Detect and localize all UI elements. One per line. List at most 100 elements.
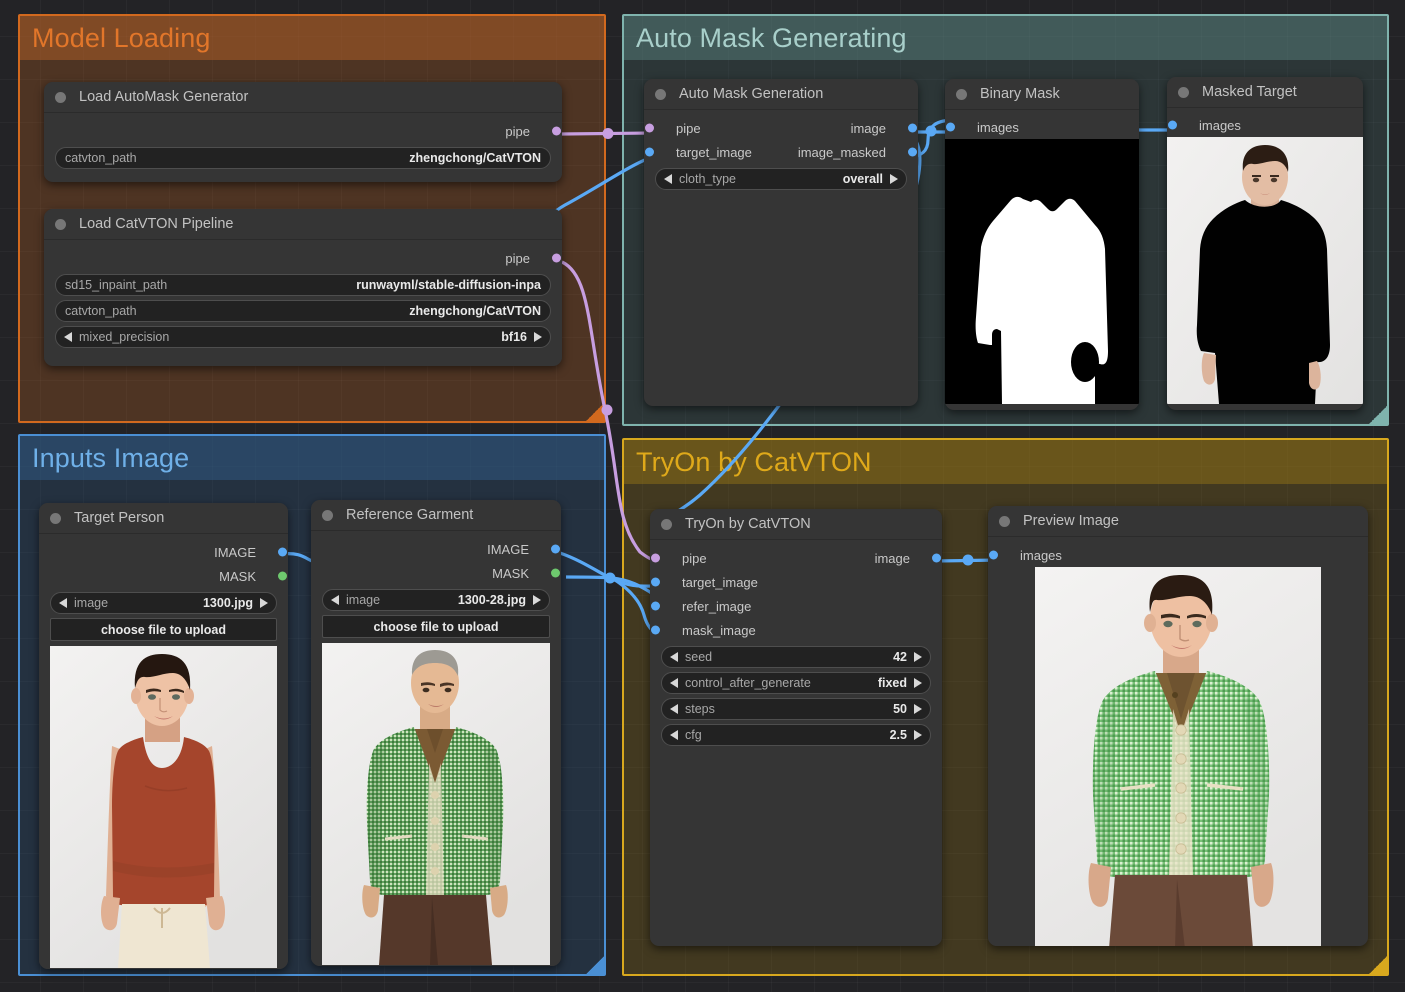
port-refer-image-in[interactable] bbox=[651, 602, 660, 611]
tryon-result-thumbnail[interactable] bbox=[1035, 567, 1321, 946]
arrow-right-icon[interactable] bbox=[914, 652, 922, 662]
node-header[interactable]: Preview Image bbox=[988, 506, 1368, 537]
arrow-right-icon[interactable] bbox=[534, 332, 542, 342]
widget-control-after-generate[interactable]: control_after_generate fixed bbox=[661, 672, 931, 694]
slot-row-pipe-image[interactable]: pipe image bbox=[644, 116, 918, 140]
node-masked-target[interactable]: Masked Target images bbox=[1167, 77, 1363, 410]
arrow-left-icon[interactable] bbox=[670, 704, 678, 714]
node-target-person[interactable]: Target Person IMAGE MASK image 1300.jpg … bbox=[39, 503, 288, 969]
arrow-left-icon[interactable] bbox=[670, 652, 678, 662]
node-header[interactable]: Auto Mask Generation bbox=[644, 79, 918, 110]
node-load-automask-generator[interactable]: Load AutoMask Generator pipe catvton_pat… bbox=[44, 82, 562, 182]
node-header[interactable]: Load CatVTON Pipeline bbox=[44, 209, 562, 240]
output-slot-mask[interactable]: MASK bbox=[311, 561, 561, 585]
collapse-icon[interactable] bbox=[55, 92, 66, 103]
arrow-left-icon[interactable] bbox=[64, 332, 72, 342]
collapse-icon[interactable] bbox=[1178, 87, 1189, 98]
output-slot-pipe[interactable]: pipe bbox=[44, 119, 562, 143]
node-binary-mask[interactable]: Binary Mask images bbox=[945, 79, 1139, 410]
widget-catvton-path[interactable]: catvton_path zhengchong/CatVTON bbox=[55, 300, 551, 322]
node-header[interactable]: Binary Mask bbox=[945, 79, 1139, 110]
slot-row-targetimage-imagemasked[interactable]: target_image image_masked bbox=[644, 140, 918, 164]
output-slot-pipe[interactable]: pipe bbox=[44, 246, 562, 270]
reference-garment-thumbnail[interactable] bbox=[322, 643, 550, 965]
collapse-icon[interactable] bbox=[322, 510, 333, 521]
slot-row-pipe-image[interactable]: pipe image bbox=[650, 546, 942, 570]
arrow-right-icon[interactable] bbox=[914, 730, 922, 740]
port-images-in[interactable] bbox=[989, 551, 998, 560]
arrow-right-icon[interactable] bbox=[533, 595, 541, 605]
port-images-in[interactable] bbox=[946, 123, 955, 132]
group-resize-handle[interactable] bbox=[1369, 956, 1387, 974]
group-resize-handle[interactable] bbox=[586, 403, 604, 421]
widget-cfg[interactable]: cfg 2.5 bbox=[661, 724, 931, 746]
collapse-icon[interactable] bbox=[655, 89, 666, 100]
widget-sd15-inpaint-path[interactable]: sd15_inpaint_path runwayml/stable-diffus… bbox=[55, 274, 551, 296]
slot-label: refer_image bbox=[664, 599, 751, 614]
masked-target-thumbnail[interactable] bbox=[1167, 137, 1363, 404]
port-image-out[interactable] bbox=[278, 548, 287, 557]
input-slot-refer-image[interactable]: refer_image bbox=[650, 594, 942, 618]
port-image-out[interactable] bbox=[932, 554, 941, 563]
output-slot-image[interactable]: IMAGE bbox=[39, 540, 288, 564]
output-slot-mask[interactable]: MASK bbox=[39, 564, 288, 588]
input-slot-images[interactable]: images bbox=[945, 115, 1139, 139]
collapse-icon[interactable] bbox=[55, 219, 66, 230]
node-header[interactable]: TryOn by CatVTON bbox=[650, 509, 942, 540]
port-target-image-in[interactable] bbox=[651, 578, 660, 587]
node-header[interactable]: Target Person bbox=[39, 503, 288, 534]
port-images-in[interactable] bbox=[1168, 121, 1177, 130]
port-pipe-in[interactable] bbox=[645, 124, 654, 133]
input-slot-target-image[interactable]: target_image bbox=[650, 570, 942, 594]
widget-mixed-precision[interactable]: mixed_precision bf16 bbox=[55, 326, 551, 348]
input-slot-images[interactable]: images bbox=[988, 543, 1368, 567]
port-mask-image-in[interactable] bbox=[651, 626, 660, 635]
widget-steps[interactable]: steps 50 bbox=[661, 698, 931, 720]
node-load-catvton-pipeline[interactable]: Load CatVTON Pipeline pipe sd15_inpaint_… bbox=[44, 209, 562, 366]
arrow-left-icon[interactable] bbox=[59, 598, 67, 608]
arrow-right-icon[interactable] bbox=[914, 678, 922, 688]
group-resize-handle[interactable] bbox=[1369, 406, 1387, 424]
widget-image-file[interactable]: image 1300-28.jpg bbox=[322, 589, 550, 611]
port-image-masked-out[interactable] bbox=[908, 148, 917, 157]
upload-button[interactable]: choose file to upload bbox=[322, 615, 550, 638]
node-reference-garment[interactable]: Reference Garment IMAGE MASK image 1300-… bbox=[311, 500, 561, 966]
upload-button[interactable]: choose file to upload bbox=[50, 618, 277, 641]
port-image-out[interactable] bbox=[551, 545, 560, 554]
port-pipe-in[interactable] bbox=[651, 554, 660, 563]
arrow-left-icon[interactable] bbox=[331, 595, 339, 605]
arrow-right-icon[interactable] bbox=[260, 598, 268, 608]
collapse-icon[interactable] bbox=[661, 519, 672, 530]
arrow-right-icon[interactable] bbox=[890, 174, 898, 184]
node-tryon-by-catvton[interactable]: TryOn by CatVTON pipe image target_image… bbox=[650, 509, 942, 946]
node-header[interactable]: Reference Garment bbox=[311, 500, 561, 531]
node-preview-image[interactable]: Preview Image images bbox=[988, 506, 1368, 946]
port-mask-out[interactable] bbox=[278, 572, 287, 581]
widget-image-file[interactable]: image 1300.jpg bbox=[50, 592, 277, 614]
arrow-left-icon[interactable] bbox=[670, 678, 678, 688]
arrow-left-icon[interactable] bbox=[670, 730, 678, 740]
collapse-icon[interactable] bbox=[50, 513, 61, 524]
input-slot-images[interactable]: images bbox=[1167, 113, 1363, 137]
widget-seed[interactable]: seed 42 bbox=[661, 646, 931, 668]
port-target-image-in[interactable] bbox=[645, 148, 654, 157]
node-auto-mask-generation[interactable]: Auto Mask Generation pipe image target_i… bbox=[644, 79, 918, 406]
binary-mask-thumbnail[interactable] bbox=[945, 139, 1139, 404]
target-person-thumbnail[interactable] bbox=[50, 646, 277, 968]
group-resize-handle[interactable] bbox=[586, 956, 604, 974]
arrow-right-icon[interactable] bbox=[914, 704, 922, 714]
widget-cloth-type[interactable]: cloth_type overall bbox=[655, 168, 907, 190]
input-slot-mask-image[interactable]: mask_image bbox=[650, 618, 942, 642]
port-pipe-out[interactable] bbox=[552, 127, 561, 136]
graph-canvas[interactable]: Model Loading Auto Mask Generating Input… bbox=[0, 0, 1405, 992]
port-pipe-out[interactable] bbox=[552, 254, 561, 263]
port-mask-out[interactable] bbox=[551, 569, 560, 578]
node-header[interactable]: Masked Target bbox=[1167, 77, 1363, 108]
collapse-icon[interactable] bbox=[956, 89, 967, 100]
widget-catvton-path[interactable]: catvton_path zhengchong/CatVTON bbox=[55, 147, 551, 169]
collapse-icon[interactable] bbox=[999, 516, 1010, 527]
output-slot-image[interactable]: IMAGE bbox=[311, 537, 561, 561]
arrow-left-icon[interactable] bbox=[664, 174, 672, 184]
port-image-out[interactable] bbox=[908, 124, 917, 133]
node-header[interactable]: Load AutoMask Generator bbox=[44, 82, 562, 113]
